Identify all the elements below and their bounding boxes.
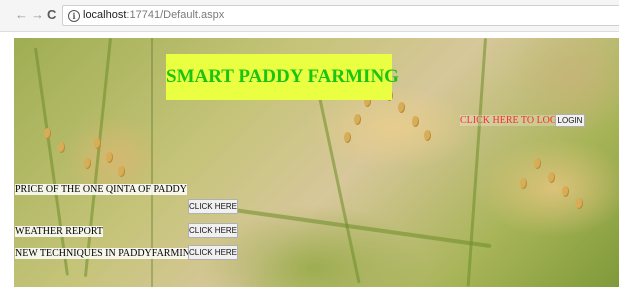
url-text[interactable]: localhost:17741/Default.aspx	[83, 9, 224, 21]
page-title-banner: SMART PADDY FARMING	[166, 54, 399, 100]
rice-grain	[344, 132, 351, 143]
url-host: localhost	[83, 9, 127, 21]
rice-grain	[58, 142, 65, 153]
url-path: :17741/Default.aspx	[126, 9, 225, 21]
rice-grain	[412, 116, 419, 127]
paddy-stalk	[314, 77, 361, 284]
info-icon[interactable]: i	[68, 10, 80, 22]
login-button[interactable]: LOGIN	[555, 114, 585, 127]
rice-grain	[548, 172, 555, 183]
page-content: SMART PADDY FARMING CLICK HERE TO LOGIN …	[0, 32, 619, 293]
paddy-price-button[interactable]: CLICK HERE	[188, 199, 238, 214]
rice-grain	[118, 166, 125, 177]
paddy-stalk	[466, 38, 487, 287]
weather-report-button[interactable]: CLICK HERE	[188, 223, 238, 238]
rice-grain	[576, 198, 583, 209]
rice-grain	[94, 138, 101, 149]
browser-toolbar: ← → C i localhost:17741/Default.aspx	[0, 0, 619, 32]
page-title: SMART PADDY FARMING	[166, 66, 399, 87]
rice-grain	[44, 128, 51, 139]
rice-grain	[520, 178, 527, 189]
rice-grain	[534, 158, 541, 169]
paddy-stalk	[34, 47, 69, 276]
new-techniques-button[interactable]: CLICK HERE	[188, 245, 238, 260]
rice-grain	[84, 158, 91, 169]
reload-icon[interactable]: C	[47, 8, 56, 22]
rice-grain	[424, 130, 431, 141]
address-bar[interactable]: i localhost:17741/Default.aspx	[62, 5, 619, 26]
paddy-price-label: PRICE OF THE ONE QINTA OF PADDY	[15, 184, 187, 195]
forward-arrow-icon[interactable]: →	[31, 8, 44, 22]
rice-grain	[398, 102, 405, 113]
new-techniques-label: NEW TECHNIQUES IN PADDYFARMING	[15, 248, 198, 259]
rice-grain	[106, 152, 113, 163]
paddy-leaf	[233, 208, 492, 249]
rice-grain	[562, 186, 569, 197]
login-prompt-text: CLICK HERE TO LOGIN	[460, 115, 568, 126]
rice-grain	[354, 114, 361, 125]
weather-report-label: WEATHER REPORT	[15, 226, 104, 237]
back-arrow-icon[interactable]: ←	[15, 8, 28, 22]
